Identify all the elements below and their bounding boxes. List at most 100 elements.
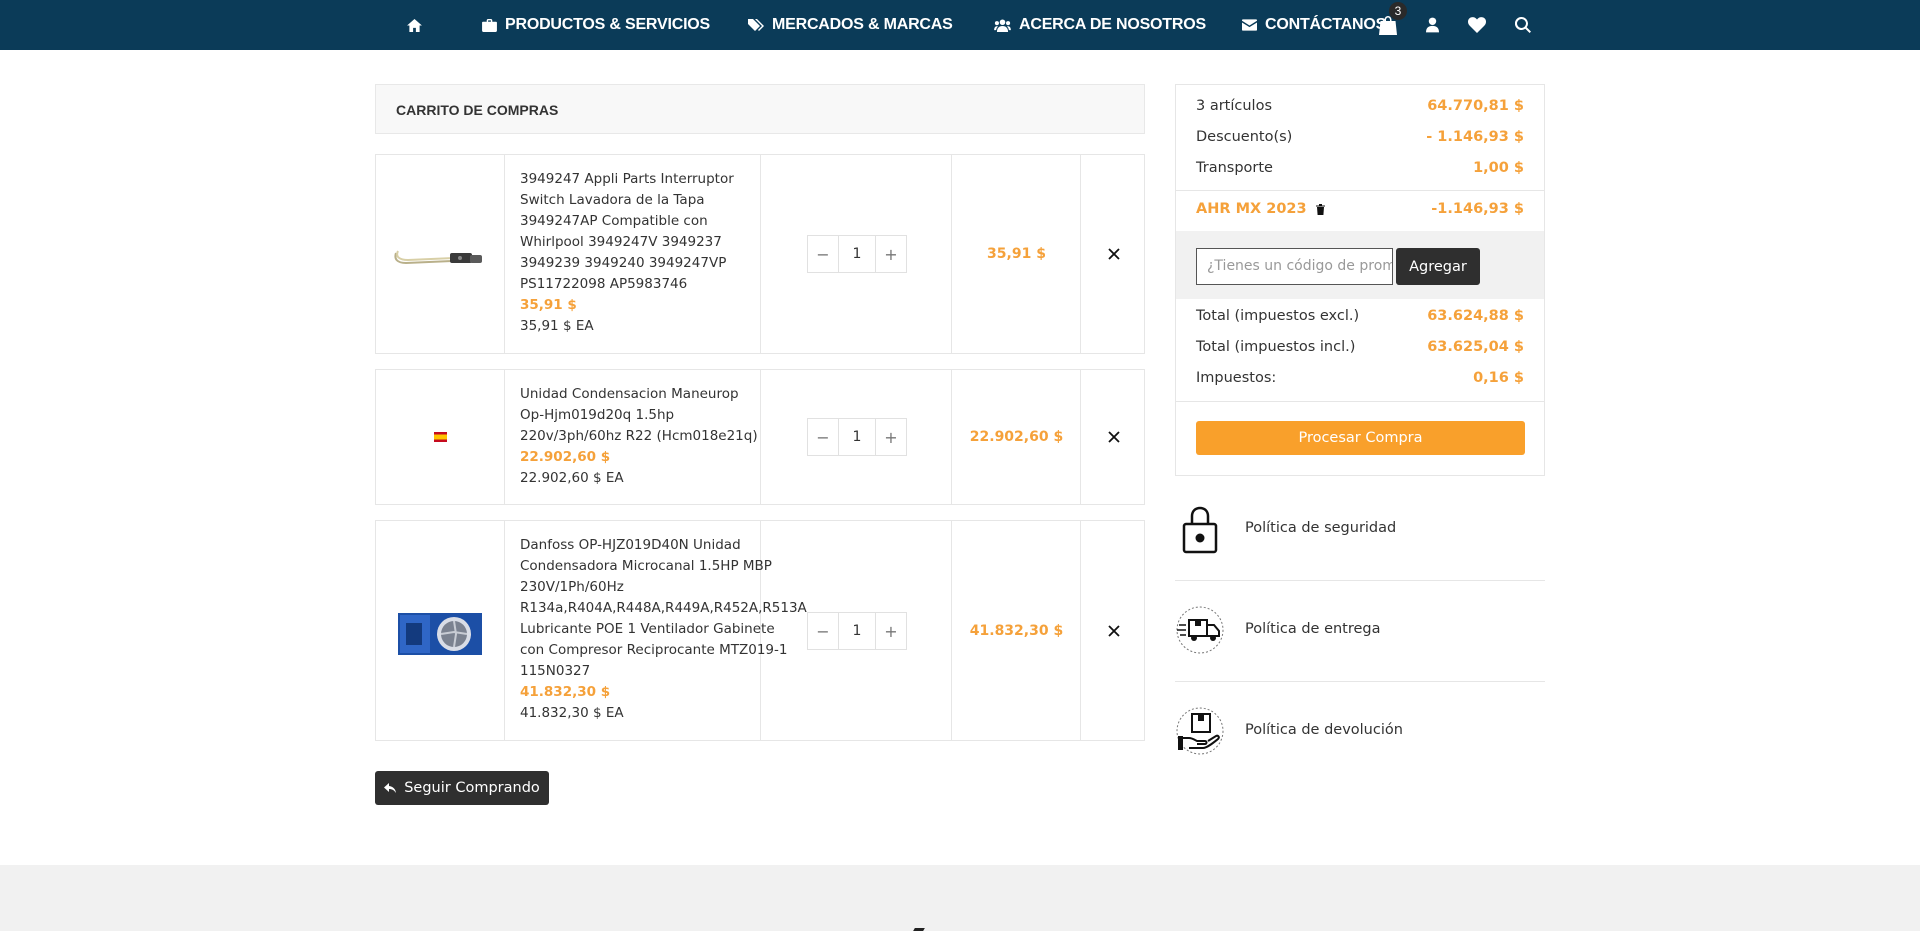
product-price: 35,91 $ xyxy=(520,297,577,313)
nav-contactanos[interactable]: CONTÁCTANOS xyxy=(1242,0,1386,50)
summary-discount-value: - 1.146,93 $ xyxy=(1426,129,1524,145)
account-button[interactable] xyxy=(1423,0,1441,50)
cart-title: CARRITO DE COMPRAS xyxy=(396,102,559,118)
top-navigation: PRODUCTOS & SERVICIOS MERCADOS & MARCAS … xyxy=(0,0,1920,50)
increase-quantity-button[interactable]: + xyxy=(876,236,906,272)
close-icon xyxy=(1107,431,1120,443)
continue-shopping-label: Seguir Comprando xyxy=(404,780,540,796)
summary-total-incl-label: Total (impuestos incl.) xyxy=(1196,339,1356,355)
close-icon xyxy=(1107,625,1120,637)
summary-total-excl-value: 63.624,88 $ xyxy=(1427,308,1524,324)
quantity-input[interactable]: 1 xyxy=(838,613,876,649)
cart-item-total-cell: 35,91 $ xyxy=(952,155,1081,353)
wishlist-button[interactable] xyxy=(1467,0,1487,50)
cart-item-image-cell xyxy=(376,370,505,504)
heart-icon xyxy=(1468,17,1486,33)
line-total: 41.832,30 $ xyxy=(969,623,1064,639)
nav-home[interactable] xyxy=(404,0,424,50)
summary-taxes-row: Impuestos: 0,16 $ xyxy=(1196,370,1524,386)
product-name[interactable]: Unidad Condensacion Maneurop Op-Hjm019d2… xyxy=(520,384,760,447)
product-price: 41.832,30 $ xyxy=(520,684,611,700)
user-icon xyxy=(1425,17,1439,33)
summary-items-value: 64.770,81 $ xyxy=(1427,98,1524,114)
cart-summary: 3 artículos 64.770,81 $ Descuento(s) - 1… xyxy=(1175,84,1545,476)
summary-taxes-label: Impuestos: xyxy=(1196,370,1277,386)
policy-return: Política de devolución xyxy=(1175,682,1545,783)
remove-item-button[interactable] xyxy=(1081,431,1146,443)
lock-icon xyxy=(1182,506,1218,554)
cart-item-description-cell: 3949247 Appli Parts Interruptor Switch L… xyxy=(505,155,761,353)
cart-item-quantity-cell: − 1 + xyxy=(761,155,952,353)
nav-acerca-nosotros[interactable]: ACERCA DE NOSOTROS xyxy=(994,0,1206,50)
summary-discount-row: Descuento(s) - 1.146,93 $ xyxy=(1196,129,1524,145)
cart-item: Unidad Condensacion Maneurop Op-Hjm019d2… xyxy=(375,369,1145,505)
delivery-truck-icon xyxy=(1176,606,1224,654)
voucher-row: AHR MX 2023 -1.146,93 $ xyxy=(1196,201,1524,217)
tags-icon xyxy=(748,19,764,31)
reply-arrow-icon xyxy=(384,783,397,793)
increase-quantity-button[interactable]: + xyxy=(876,419,906,455)
product-name[interactable]: Danfoss OP-HJZ019D40N Unidad Condensador… xyxy=(520,535,807,682)
close-icon xyxy=(1107,248,1120,260)
quantity-input[interactable]: 1 xyxy=(838,419,876,455)
policy-label[interactable]: Política de seguridad xyxy=(1245,520,1396,536)
cart-item-remove-cell xyxy=(1081,155,1146,353)
increase-quantity-button[interactable]: + xyxy=(876,613,906,649)
continue-shopping-button[interactable]: Seguir Comprando xyxy=(375,771,549,805)
policy-security: Política de seguridad xyxy=(1175,480,1545,581)
cart-item-image-cell xyxy=(376,155,505,353)
home-icon xyxy=(406,18,422,32)
summary-total-incl-row: Total (impuestos incl.) 63.625,04 $ xyxy=(1196,339,1524,355)
summary-shipping-label: Transporte xyxy=(1196,160,1273,176)
nav-productos-servicios[interactable]: PRODUCTOS & SERVICIOS xyxy=(482,0,710,50)
product-unit-price: 22.902,60 $ EA xyxy=(520,470,624,486)
decrease-quantity-button[interactable]: − xyxy=(808,613,838,649)
remove-item-button[interactable] xyxy=(1081,248,1146,260)
nav-label: ACERCA DE NOSOTROS xyxy=(1019,16,1206,33)
nav-label: CONTÁCTANOS xyxy=(1265,16,1387,33)
policy-label[interactable]: Política de entrega xyxy=(1245,621,1381,637)
cart-item-remove-cell xyxy=(1081,521,1146,740)
line-total: 35,91 $ xyxy=(987,246,1046,262)
summary-total-excl-label: Total (impuestos excl.) xyxy=(1196,308,1360,324)
flag-es-icon[interactable] xyxy=(434,432,447,442)
search-icon xyxy=(1515,17,1531,33)
product-name[interactable]: 3949247 Appli Parts Interruptor Switch L… xyxy=(520,169,760,295)
decrease-quantity-button[interactable]: − xyxy=(808,419,838,455)
cart-item-total-cell: 41.832,30 $ xyxy=(952,521,1081,740)
summary-items-label: 3 artículos xyxy=(1196,98,1273,114)
cart-item-remove-cell xyxy=(1081,370,1146,504)
quantity-input[interactable]: 1 xyxy=(838,236,876,272)
users-icon xyxy=(994,18,1011,32)
promo-code-input[interactable]: ¿Tienes un código de promoción? xyxy=(1196,248,1393,285)
decrease-quantity-button[interactable]: − xyxy=(808,236,838,272)
summary-total-excl-row: Total (impuestos excl.) 63.624,88 $ xyxy=(1196,308,1524,324)
nav-mercados-marcas[interactable]: MERCADOS & MARCAS xyxy=(748,0,953,50)
product-unit-price: 35,91 $ EA xyxy=(520,318,594,334)
summary-items-row: 3 artículos 64.770,81 $ xyxy=(1196,98,1524,114)
return-box-icon xyxy=(1176,707,1224,755)
policy-label[interactable]: Política de devolución xyxy=(1245,722,1403,738)
cart-item: Danfoss OP-HJZ019D40N Unidad Condensador… xyxy=(375,520,1145,741)
product-image[interactable] xyxy=(392,241,486,271)
line-total: 22.902,60 $ xyxy=(969,429,1064,445)
add-promo-button[interactable]: Agregar xyxy=(1396,248,1480,285)
summary-discount-label: Descuento(s) xyxy=(1196,129,1293,145)
divider xyxy=(1176,190,1544,191)
policy-delivery: Política de entrega xyxy=(1175,581,1545,682)
search-button[interactable] xyxy=(1513,0,1533,50)
quantity-stepper: − 1 + xyxy=(807,418,907,456)
summary-total-incl-value: 63.625,04 $ xyxy=(1427,339,1524,355)
product-image[interactable] xyxy=(398,611,482,657)
remove-item-button[interactable] xyxy=(1081,625,1146,637)
checkout-button[interactable]: Procesar Compra xyxy=(1196,421,1525,455)
summary-taxes-value: 0,16 $ xyxy=(1473,370,1524,386)
quantity-stepper: − 1 + xyxy=(807,612,907,650)
cart-item-image-cell xyxy=(376,521,505,740)
footer xyxy=(0,865,1920,931)
product-unit-price: 41.832,30 $ EA xyxy=(520,705,624,721)
voucher-name: AHR MX 2023 xyxy=(1196,201,1307,217)
cart-item-quantity-cell: − 1 + xyxy=(761,521,952,740)
summary-shipping-row: Transporte 1,00 $ xyxy=(1196,160,1524,176)
trash-icon[interactable] xyxy=(1315,203,1325,215)
